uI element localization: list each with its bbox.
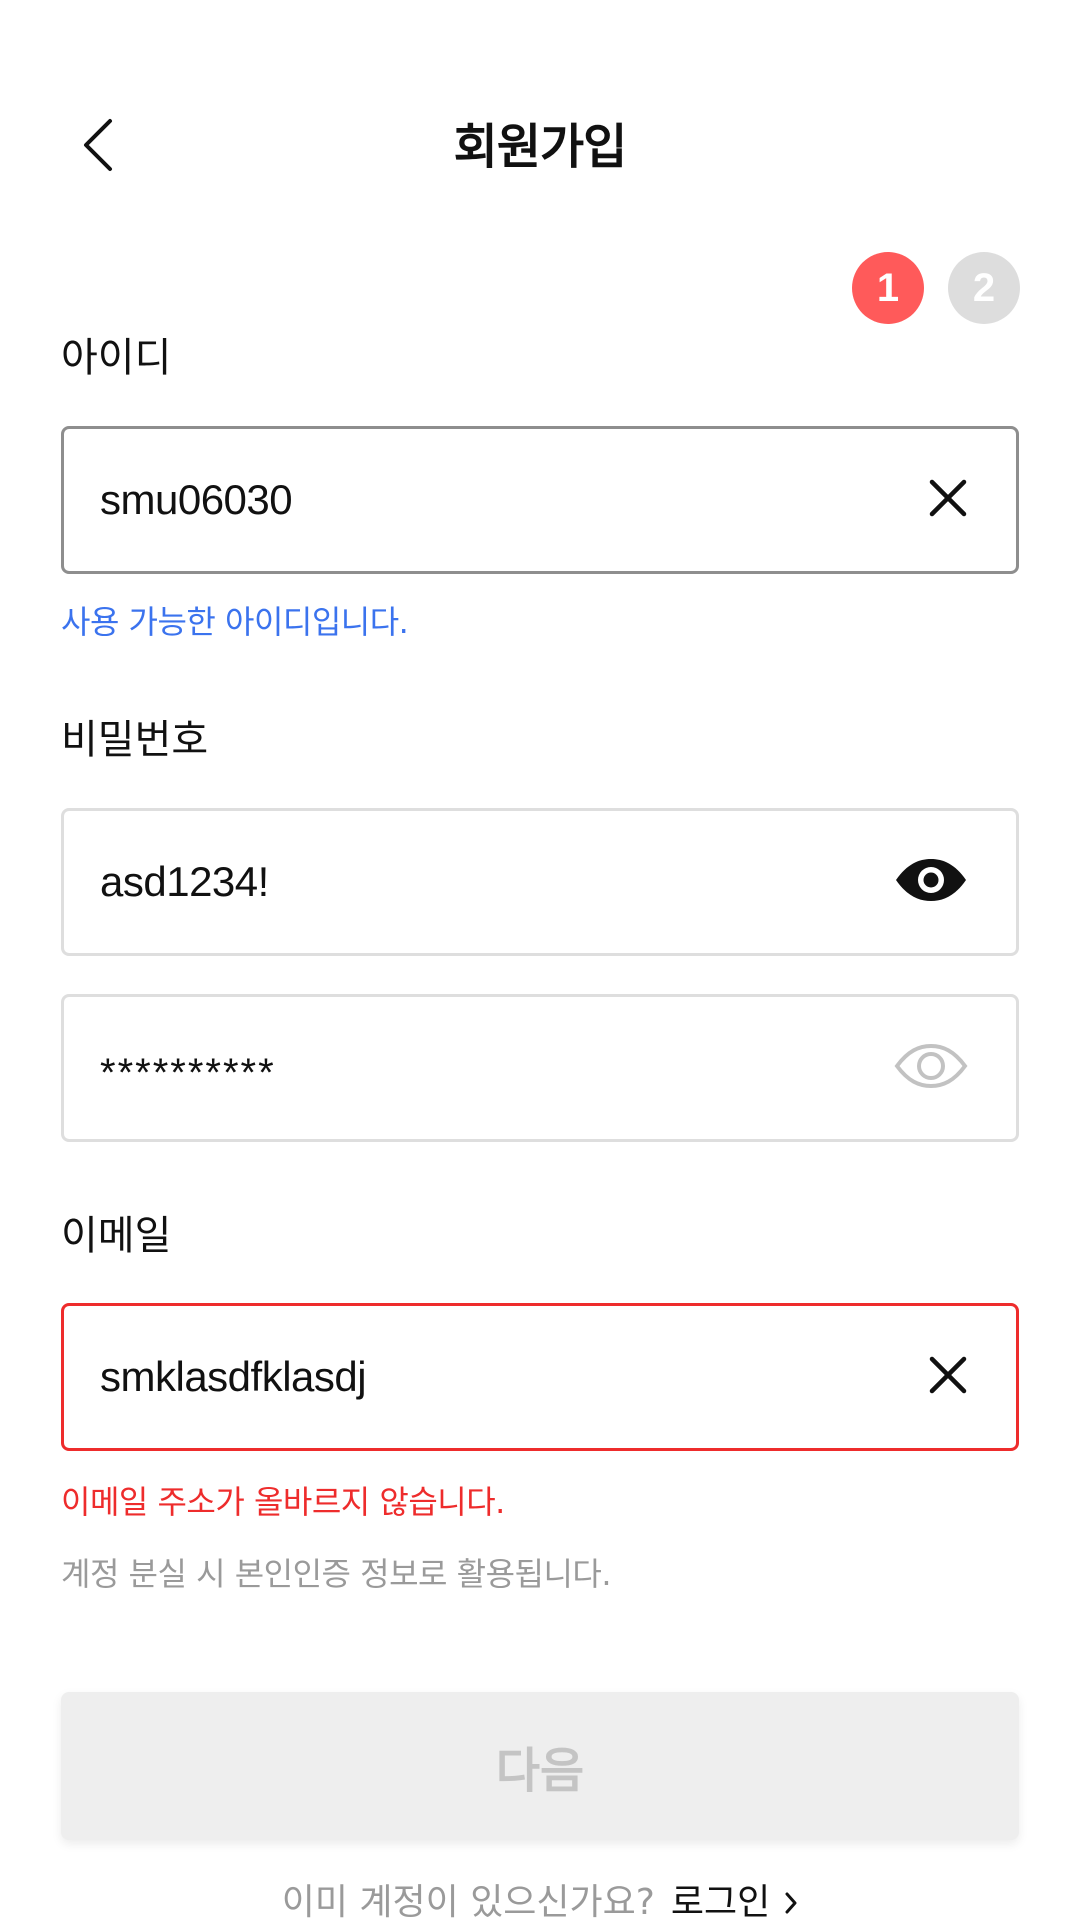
step-1-badge: 1 — [852, 252, 924, 324]
password-visibility-toggle[interactable] — [876, 844, 986, 920]
id-clear-button[interactable] — [910, 462, 986, 538]
step-indicator: 1 2 — [852, 252, 1020, 324]
email-label: 이메일 — [61, 1213, 172, 1259]
signup-screen: 회원가입 1 2 아이디 smu06030 사용 가능한 아이디입니다. 비밀번… — [0, 0, 1080, 1920]
login-prompt: 이미 계정이 있으신가요? 로그인 — [0, 1878, 1080, 1920]
next-button[interactable]: 다음 — [61, 1692, 1019, 1840]
id-label: 아이디 — [61, 335, 172, 381]
step-2-badge: 2 — [948, 252, 1020, 324]
eye-icon — [893, 857, 969, 907]
password-confirm-input[interactable]: ********** — [61, 994, 1019, 1142]
email-clear-button[interactable] — [910, 1339, 986, 1415]
password-confirm-visibility-toggle[interactable] — [876, 1030, 986, 1106]
password-confirm-value[interactable]: ********** — [100, 1041, 876, 1096]
login-link[interactable]: 로그인 — [671, 1878, 798, 1920]
password-label: 비밀번호 — [61, 717, 209, 763]
eye-outline-icon — [893, 1043, 969, 1093]
login-link-label: 로그인 — [670, 1882, 771, 1920]
email-input-value[interactable]: smklasdfklasdj — [100, 1353, 910, 1401]
login-prompt-text: 이미 계정이 있으신가요? — [281, 1882, 655, 1920]
close-icon — [928, 478, 968, 522]
email-input[interactable]: smklasdfklasdj — [61, 1303, 1019, 1451]
password-input-value[interactable]: asd1234! — [100, 858, 876, 906]
email-error-message: 이메일 주소가 올바르지 않습니다. — [61, 1483, 505, 1521]
password-input[interactable]: asd1234! — [61, 808, 1019, 956]
close-icon — [928, 1355, 968, 1399]
id-available-message: 사용 가능한 아이디입니다. — [61, 603, 409, 641]
id-input-value[interactable]: smu06030 — [100, 476, 910, 524]
email-hint: 계정 분실 시 본인인증 정보로 활용됩니다. — [61, 1555, 612, 1593]
chevron-right-icon — [784, 1891, 798, 1915]
page-title: 회원가입 — [453, 119, 628, 175]
id-input[interactable]: smu06030 — [61, 426, 1019, 574]
